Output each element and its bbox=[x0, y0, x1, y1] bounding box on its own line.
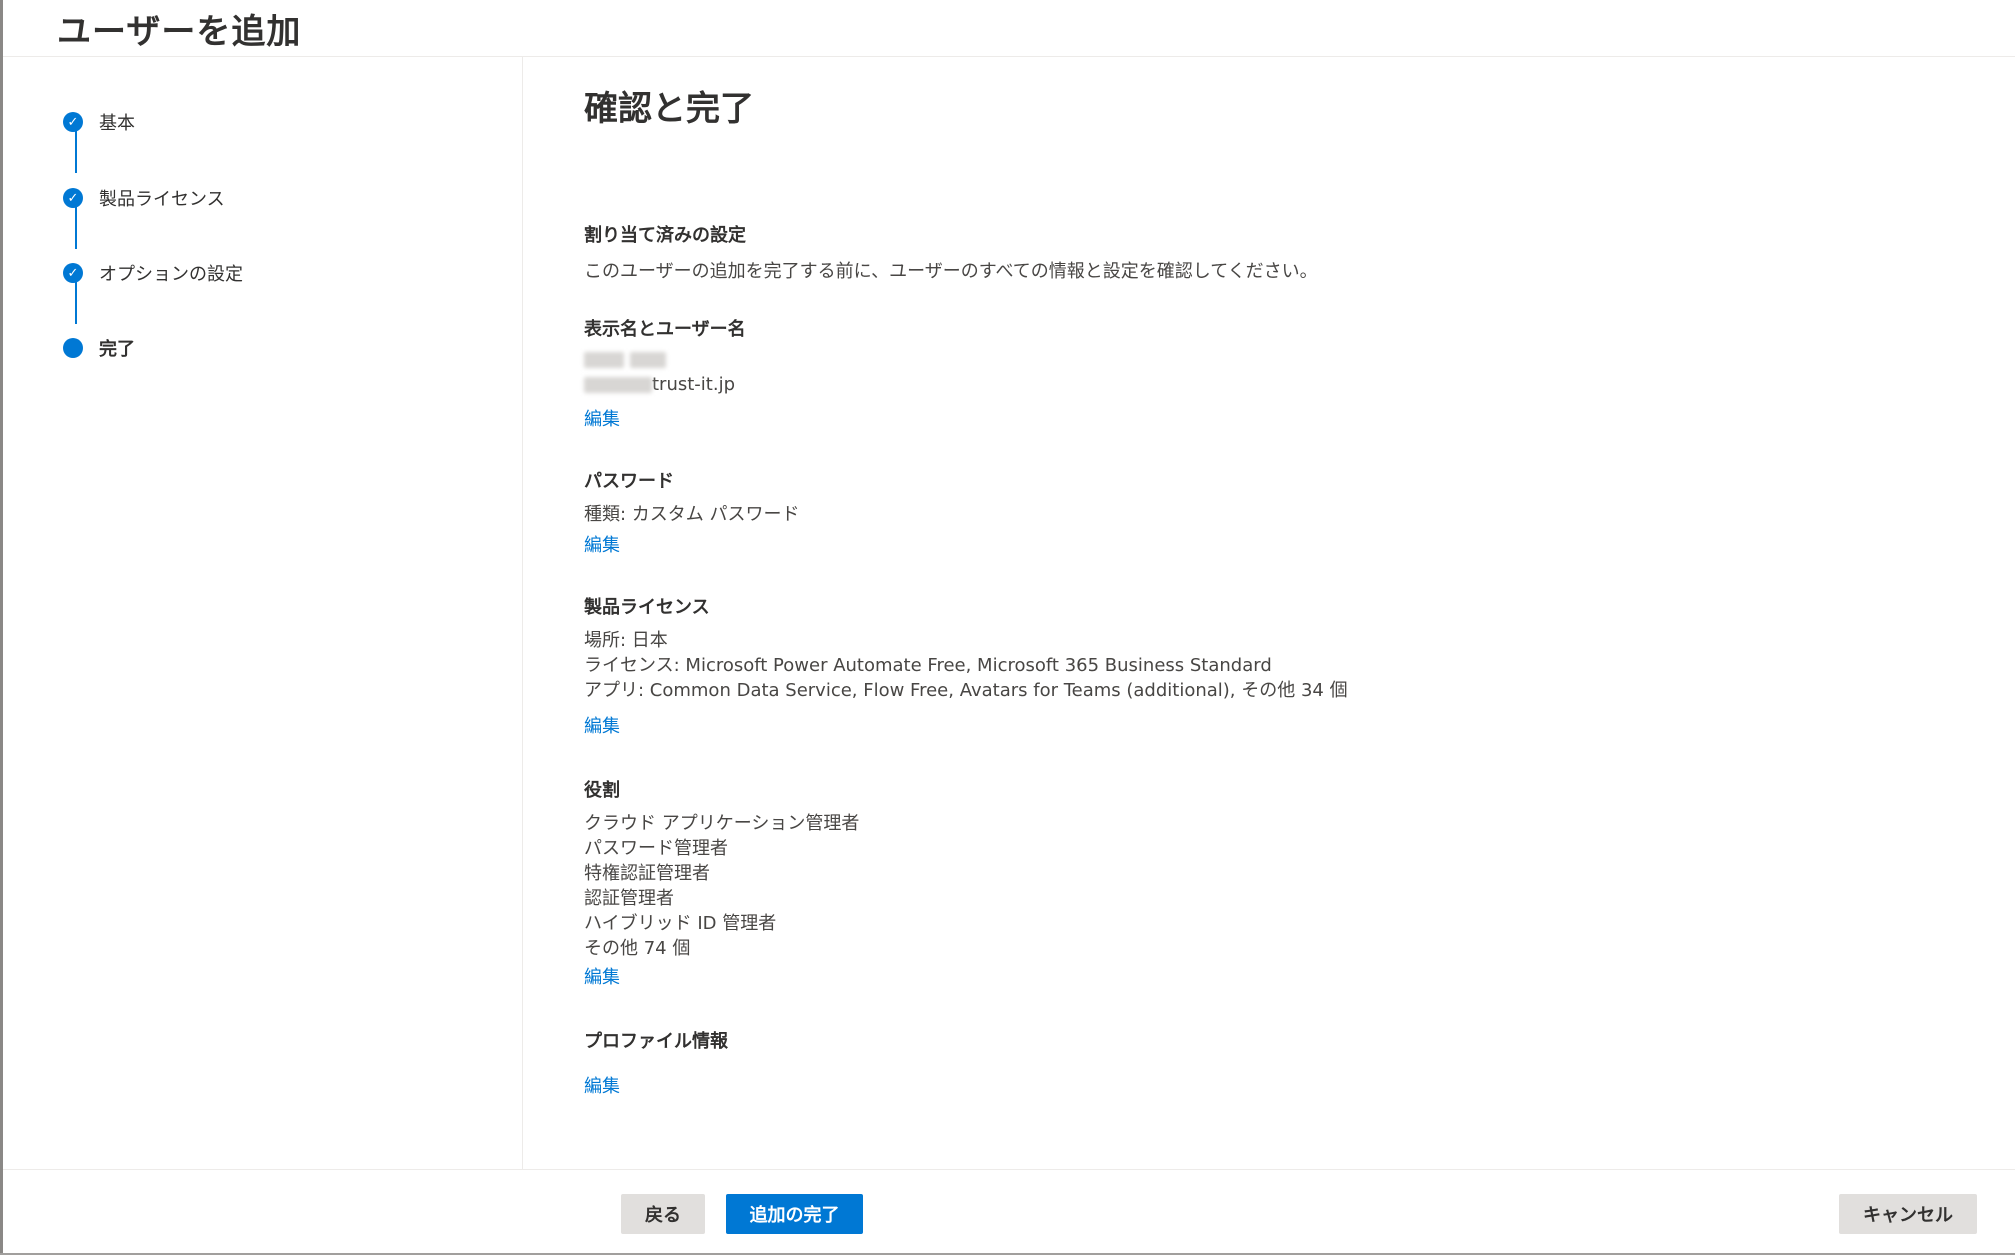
cancel-button[interactable]: キャンセル bbox=[1839, 1194, 1977, 1234]
assigned-settings-heading: 割り当て済みの設定 bbox=[584, 225, 746, 246]
role-item: ハイブリッド ID 管理者 bbox=[584, 913, 777, 934]
role-item: パスワード管理者 bbox=[584, 838, 728, 859]
step-label: 製品ライセンス bbox=[99, 189, 225, 210]
step-label: オプションの設定 bbox=[99, 264, 243, 285]
wizard-steps: ✓ 基本 ✓ 製品ライセンス ✓ オプションの設定 完了 bbox=[3, 57, 523, 1169]
back-button[interactable]: 戻る bbox=[621, 1194, 705, 1234]
step-product-license[interactable]: ✓ 製品ライセンス bbox=[63, 186, 225, 210]
names-heading: 表示名とユーザー名 bbox=[584, 319, 746, 340]
license-apps-value: アプリ: Common Data Service, Flow Free, Ava… bbox=[584, 680, 1348, 701]
profile-heading: プロファイル情報 bbox=[584, 1031, 728, 1052]
license-list-value: ライセンス: Microsoft Power Automate Free, Mi… bbox=[584, 655, 1272, 676]
edit-license-link[interactable]: 編集 bbox=[584, 712, 620, 738]
panel-footer: 戻る 追加の完了 キャンセル bbox=[3, 1169, 2015, 1255]
role-item: クラウド アプリケーション管理者 bbox=[584, 813, 860, 834]
step-label: 完了 bbox=[99, 339, 135, 360]
panel-title: ユーザーを追加 bbox=[57, 12, 302, 52]
edit-roles-link[interactable]: 編集 bbox=[584, 963, 620, 989]
display-name-value bbox=[584, 349, 666, 370]
check-icon: ✓ bbox=[63, 112, 83, 132]
step-finish[interactable]: 完了 bbox=[63, 336, 135, 360]
username-value: trust-it.jp bbox=[584, 374, 735, 395]
password-heading: パスワード bbox=[584, 471, 674, 492]
panel-header: ユーザーを追加 bbox=[3, 0, 2015, 57]
check-icon: ✓ bbox=[63, 263, 83, 283]
page-title: 確認と完了 bbox=[584, 89, 754, 129]
edit-names-link[interactable]: 編集 bbox=[584, 405, 620, 431]
step-optional-settings[interactable]: ✓ オプションの設定 bbox=[63, 261, 243, 285]
step-basics[interactable]: ✓ 基本 bbox=[63, 110, 135, 134]
role-item-more: その他 74 個 bbox=[584, 938, 691, 959]
license-location-value: 場所: 日本 bbox=[584, 630, 668, 651]
add-user-panel: ユーザーを追加 ✓ 基本 ✓ 製品ライセンス ✓ オプションの設定 完了 確認と… bbox=[0, 0, 2015, 1255]
step-label: 基本 bbox=[99, 113, 135, 134]
finish-adding-button[interactable]: 追加の完了 bbox=[726, 1194, 863, 1234]
edit-profile-link[interactable]: 編集 bbox=[584, 1072, 620, 1098]
check-icon: ✓ bbox=[63, 188, 83, 208]
assigned-settings-description: このユーザーの追加を完了する前に、ユーザーのすべての情報と設定を確認してください… bbox=[584, 261, 1318, 282]
license-heading: 製品ライセンス bbox=[584, 597, 710, 618]
role-item: 特権認証管理者 bbox=[584, 863, 710, 884]
role-item: 認証管理者 bbox=[584, 888, 674, 909]
username-domain: trust-it.jp bbox=[652, 374, 736, 395]
dot-icon bbox=[63, 338, 83, 358]
roles-heading: 役割 bbox=[584, 780, 620, 801]
password-type-value: 種類: カスタム パスワード bbox=[584, 504, 800, 525]
edit-password-link[interactable]: 編集 bbox=[584, 531, 620, 557]
